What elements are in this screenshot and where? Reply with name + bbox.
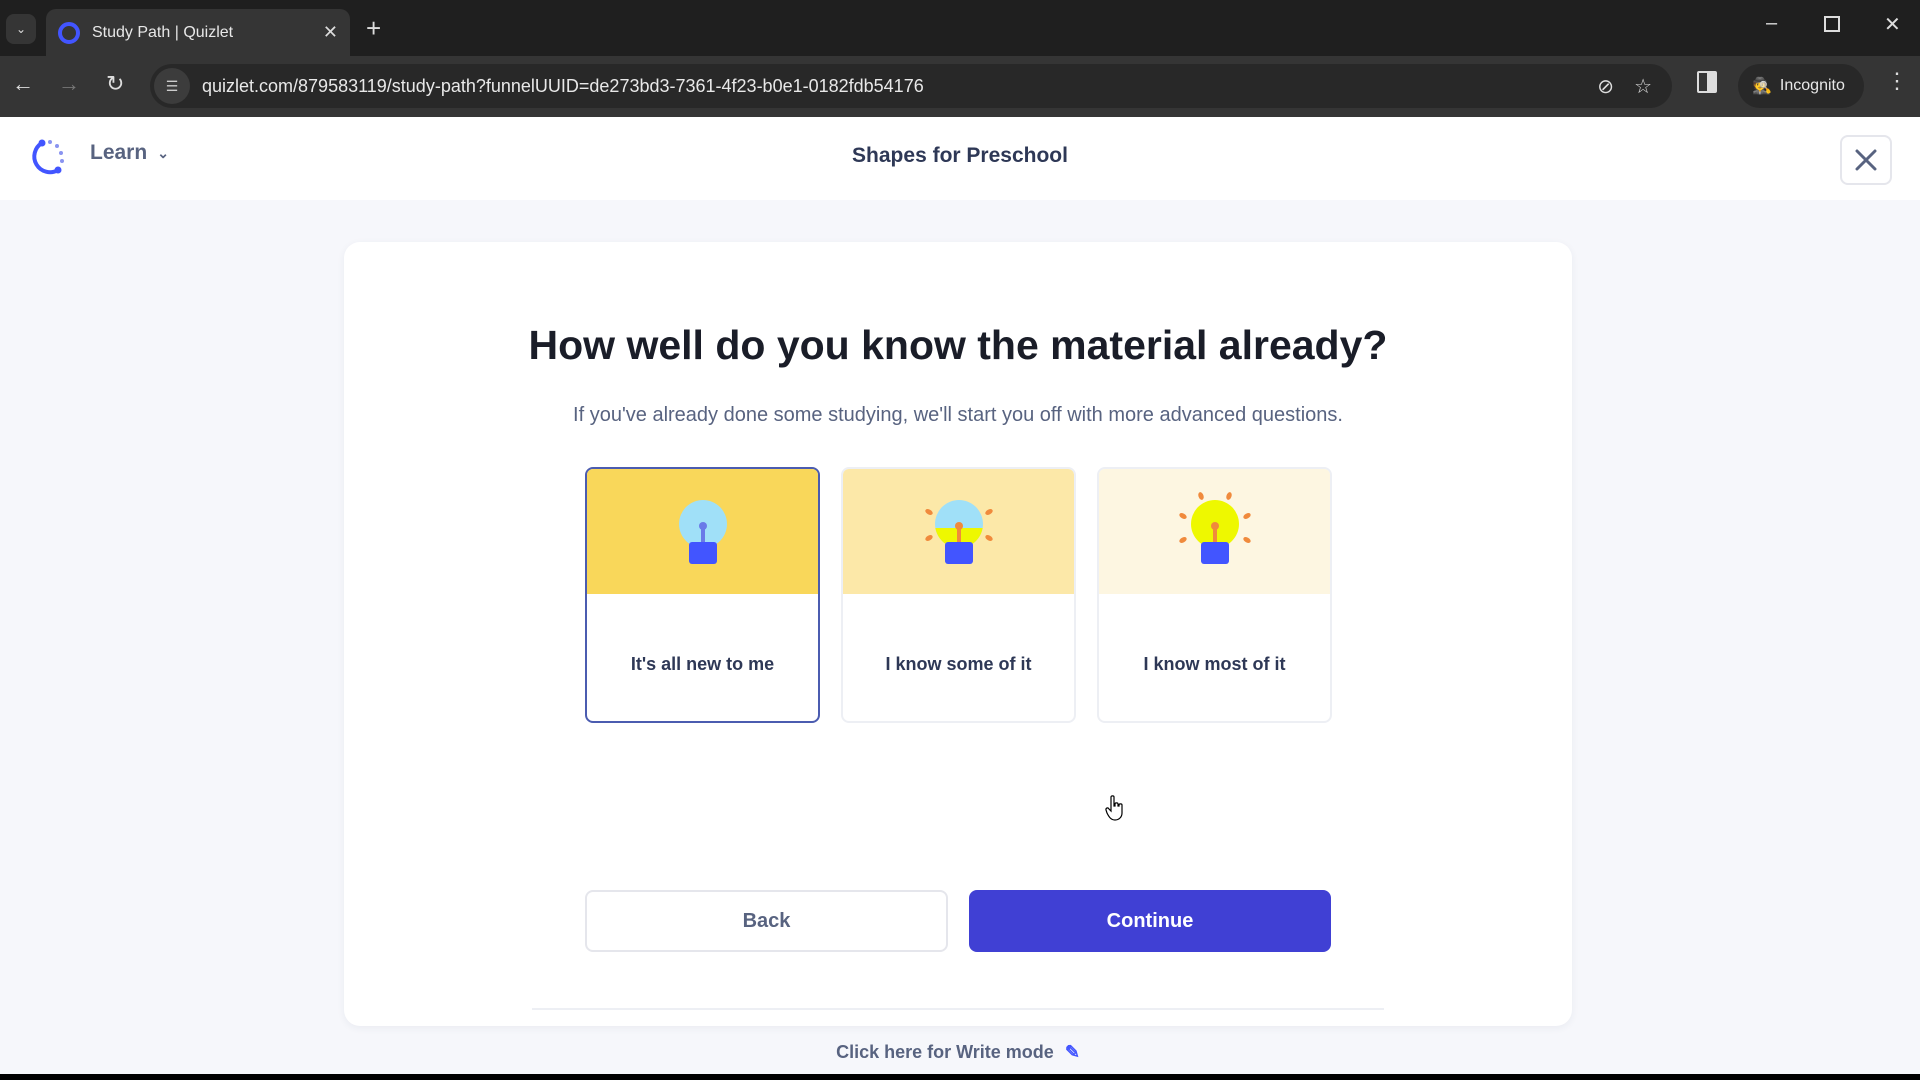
close-icon (1855, 149, 1877, 171)
address-bar[interactable]: ☰ quizlet.com/879583119/study-path?funne… (150, 64, 1672, 108)
browser-tab[interactable]: Study Path | Quizlet ✕ (46, 9, 350, 56)
url-text[interactable]: quizlet.com/879583119/study-path?funnelU… (202, 76, 1597, 97)
option-label: I know some of it (885, 654, 1032, 674)
option-art (843, 469, 1074, 594)
divider (532, 1008, 1384, 1010)
lightbulb-off-icon (678, 499, 727, 564)
bottom-bar (0, 1074, 1920, 1080)
eye-slash-icon[interactable]: ⊘ (1597, 74, 1614, 99)
site-info-icon[interactable]: ☰ (154, 68, 190, 104)
continue-button[interactable]: Continue (969, 890, 1331, 952)
app-header: Learn ⌄ Shapes for Preschool (0, 117, 1920, 200)
question-subtitle: If you've already done some studying, we… (573, 404, 1343, 426)
browser-menu-icon[interactable]: ⋮ (1886, 68, 1908, 94)
tab-close-icon[interactable]: ✕ (323, 22, 338, 43)
tab-search-button[interactable]: ⌄ (6, 14, 36, 44)
option-all-new[interactable]: It's all new to me (585, 467, 820, 723)
forward-arrow-icon[interactable]: → (58, 71, 80, 97)
lightbulb-dim-icon (924, 499, 993, 564)
incognito-badge[interactable]: 🕵 Incognito (1738, 64, 1864, 108)
close-button[interactable] (1840, 135, 1892, 185)
question-heading: How well do you know the material alread… (528, 322, 1388, 368)
window-close-icon[interactable]: ✕ (1884, 12, 1901, 37)
lightbulb-on-icon (1178, 491, 1251, 564)
pen-icon: ✎ (1064, 1042, 1080, 1062)
option-know-some[interactable]: I know some of it (841, 467, 1076, 723)
back-arrow-icon[interactable]: ← (12, 71, 34, 97)
back-button[interactable]: Back (585, 890, 948, 952)
option-label: I know most of it (1143, 654, 1286, 674)
minimize-icon[interactable]: – (1766, 12, 1777, 35)
incognito-label: Incognito (1779, 77, 1845, 94)
chevron-down-icon: ⌄ (15, 22, 27, 36)
quizlet-favicon-icon (58, 21, 80, 44)
new-tab-button[interactable]: + (366, 14, 381, 42)
hand-cursor-icon (1105, 795, 1123, 821)
incognito-icon: 🕵 (1752, 78, 1772, 95)
option-label: It's all new to me (630, 654, 775, 674)
set-title: Shapes for Preschool (852, 144, 1068, 167)
onboarding-card: How well do you know the material alread… (344, 242, 1572, 1062)
maximize-icon[interactable] (1824, 16, 1840, 32)
star-icon[interactable]: ☆ (1634, 74, 1652, 99)
browser-tab-strip: ⌄ Study Path | Quizlet ✕ + – ✕ (0, 0, 1920, 56)
side-panel-icon[interactable] (1697, 71, 1717, 93)
option-art (1099, 469, 1330, 594)
reload-icon[interactable]: ↻ (106, 71, 124, 97)
page: Learn ⌄ Shapes for Preschool How well do… (0, 117, 1920, 1074)
write-mode-link-text: Click here for Write mode (836, 1042, 1054, 1062)
option-know-most[interactable]: I know most of it (1097, 467, 1332, 723)
tab-title: Study Path | Quizlet (92, 23, 234, 41)
browser-toolbar: ← → ↻ ☰ quizlet.com/879583119/study-path… (0, 56, 1920, 117)
option-art (587, 469, 818, 594)
write-mode-link[interactable]: Click here for Write mode ✎ (344, 1042, 1572, 1063)
